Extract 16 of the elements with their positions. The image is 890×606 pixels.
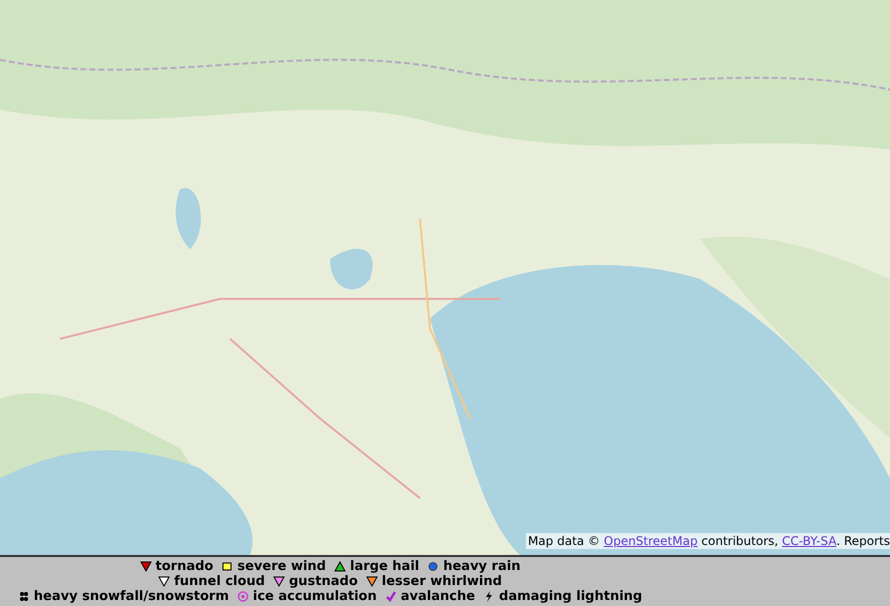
legend-label: tornado [156, 559, 214, 574]
attribution-link[interactable]: CC-BY-SA [782, 534, 836, 548]
legend-label: funnel cloud [174, 574, 265, 589]
attribution-text: . Reports [836, 534, 890, 548]
legend-label: avalanche [400, 589, 476, 604]
attribution-text: contributors, [700, 534, 780, 548]
legend-label: gustnado [288, 574, 358, 589]
legend-label: lesser whirlwind [382, 574, 502, 589]
legend-label: heavy snowfall/snowstorm [34, 589, 229, 604]
legend-label: ice accumulation [252, 589, 377, 604]
legend-label: severe wind [237, 559, 326, 574]
legend-label: large hail [350, 559, 420, 574]
attribution-text: Map data © [528, 534, 601, 548]
legend-label: damaging lightning [499, 589, 642, 604]
legend-label: heavy rain [443, 559, 520, 574]
attribution-link[interactable]: OpenStreetMap [604, 534, 698, 548]
